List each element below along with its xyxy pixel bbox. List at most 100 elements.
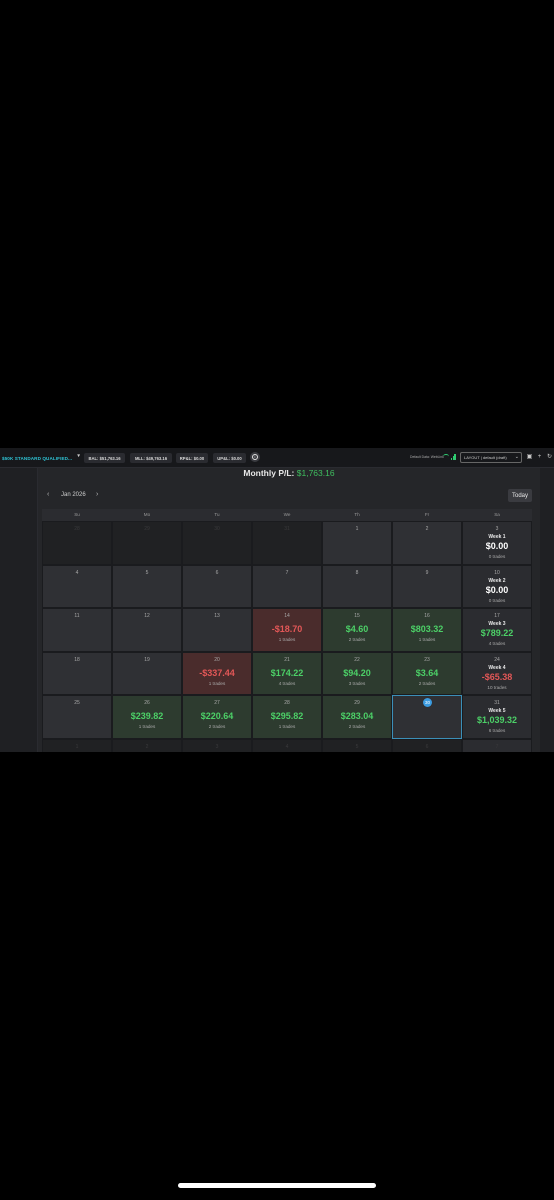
home-indicator (178, 1183, 376, 1188)
day-cell[interactable]: 3 (182, 738, 252, 752)
mll-stat: MLL: $49,763.16 (130, 453, 172, 463)
day-trade-count: 1 trades (418, 637, 436, 643)
day-number: 1 (75, 743, 79, 750)
day-cell[interactable]: 16 $803.32 1 trades (392, 608, 462, 652)
day-cell[interactable]: 14 -$18.70 1 trades (252, 608, 322, 652)
week-trade-count: 10 trades (487, 684, 507, 690)
week-pl: $0.00 (485, 584, 509, 595)
day-cell[interactable]: 7 (252, 564, 322, 609)
day-pl: -$337.44 (199, 667, 235, 678)
monthly-pl-value: $1,763.16 (296, 468, 335, 478)
right-sidebar (540, 468, 554, 752)
day-number: 6 (215, 569, 219, 576)
day-cell[interactable]: 4 (42, 564, 112, 609)
day-number: 30 (214, 526, 220, 532)
weekday-label: Sa (494, 512, 500, 517)
current-month: Jan 2026 (61, 492, 86, 498)
day-cell[interactable]: 11 (42, 608, 112, 652)
calendar-week-row: 25 26 $239.82 1 trades 27 $220.64 2 trades 28 $2… (42, 695, 532, 739)
day-cell[interactable]: 13 (182, 608, 252, 652)
day-cell[interactable]: 2 (112, 738, 182, 752)
day-cell[interactable]: 25 (42, 695, 112, 739)
info-icon[interactable]: i (250, 452, 260, 462)
day-number: 31 (284, 526, 290, 532)
day-number: 24 (494, 656, 500, 663)
today-date-badge: 30 (423, 698, 432, 708)
day-trade-count: 1 trades (138, 724, 156, 730)
day-number: 25 (74, 700, 80, 707)
layout-select[interactable]: LAYOUT | default (draft) ⌄ (460, 452, 522, 463)
day-number: 16 (424, 613, 430, 620)
account-selector[interactable]: $50K STANDARD QUALIFIED... ▾ (2, 451, 80, 465)
week-summary-cell[interactable]: 17 Week 3 $789.22 4 trades (462, 608, 532, 652)
calendar-grid: Su Mo Tu We Th Fr Sa 28 29 30 31 1 2 3 Week 1 $0… (42, 509, 532, 752)
weekday-label: Tu (214, 512, 220, 517)
day-cell[interactable]: 1 (42, 738, 112, 752)
day-cell[interactable]: 30 (182, 521, 252, 565)
day-number: 23 (424, 656, 430, 663)
next-month-button[interactable]: › (96, 491, 98, 498)
day-cell[interactable]: 27 $220.64 2 trades (182, 695, 252, 739)
today-button[interactable]: Today (508, 489, 532, 502)
week-label: Week 4 (488, 664, 506, 671)
day-cell[interactable]: 29 (112, 521, 182, 565)
prev-month-button[interactable]: ‹ (47, 491, 49, 498)
day-cell[interactable]: 5 (112, 564, 182, 609)
day-cell[interactable]: 4 (252, 738, 322, 752)
day-trade-count: 1 trades (278, 724, 296, 730)
day-cell[interactable]: 6 (182, 564, 252, 609)
day-number: 28 (74, 526, 80, 532)
day-cell[interactable]: 2 (392, 521, 462, 565)
day-cell[interactable]: 26 $239.82 1 trades (112, 695, 182, 739)
day-number: 18 (74, 656, 80, 663)
weekday-label: We (283, 512, 291, 517)
save-icon[interactable]: ▣ (526, 453, 533, 461)
day-cell[interactable]: 21 $174.22 4 trades (252, 651, 322, 696)
day-cell[interactable]: 29 $283.04 2 trades (322, 695, 392, 739)
day-cell[interactable]: 28 $295.82 1 trades (252, 695, 322, 739)
day-pl: $220.64 (200, 711, 234, 722)
day-cell[interactable]: 19 (112, 651, 182, 696)
week-summary-cell[interactable]: 24 Week 4 -$65.38 10 trades (462, 651, 532, 696)
day-number: 4 (75, 569, 79, 576)
week-trade-count: 6 trades (488, 728, 506, 734)
weekday-label: Fr (424, 512, 430, 517)
day-cell[interactable]: 15 $4.60 2 trades (322, 608, 392, 652)
week-pl: -$65.38 (481, 671, 513, 682)
week-summary-cell[interactable]: 3 Week 1 $0.00 0 trades (462, 521, 532, 565)
day-cell[interactable]: 6 (392, 738, 462, 752)
day-cell[interactable]: 31 (252, 521, 322, 565)
day-cell-today[interactable]: 30 (392, 695, 462, 739)
day-cell[interactable]: 22 $94.20 3 trades (322, 651, 392, 696)
week-trade-count: 0 trades (488, 554, 506, 559)
day-number: 21 (284, 656, 290, 663)
day-cell[interactable]: 8 (322, 564, 392, 609)
day-cell[interactable]: 23 $3.64 2 trades (392, 651, 462, 696)
day-number: 3 (495, 526, 499, 532)
day-cell[interactable]: 1 (322, 521, 392, 565)
day-pl: $4.60 (345, 624, 369, 635)
day-cell[interactable]: 20 -$337.44 1 trades (182, 651, 252, 696)
day-cell[interactable]: 28 (42, 521, 112, 565)
week-label: Week 5 (488, 708, 506, 715)
chevron-down-icon: ⌄ (514, 454, 519, 460)
day-cell[interactable]: 12 (112, 608, 182, 652)
day-cell[interactable]: 9 (392, 564, 462, 609)
day-pl: $295.82 (270, 711, 304, 722)
day-cell[interactable]: 5 (322, 738, 392, 752)
calendar-panel: Monthly P/L: $1,763.16 ‹ Jan 2026 › Toda… (38, 468, 540, 752)
day-trade-count: 4 trades (278, 680, 296, 686)
add-icon[interactable]: + (536, 453, 543, 461)
day-pl: $803.32 (410, 624, 444, 635)
week-summary-cell[interactable]: 7 (462, 738, 532, 752)
week-summary-cell[interactable]: 10 Week 2 $0.00 0 trades (462, 564, 532, 609)
day-number: 31 (494, 700, 500, 707)
account-name: $50K STANDARD QUALIFIED... (2, 455, 73, 461)
day-number: 6 (425, 743, 429, 750)
week-summary-cell[interactable]: 31 Week 5 $1,039.32 6 trades (462, 695, 532, 739)
week-pl: $789.22 (480, 628, 514, 639)
day-cell[interactable]: 18 (42, 651, 112, 696)
week-label: Week 1 (488, 534, 506, 540)
day-pl: $239.82 (130, 711, 164, 722)
refresh-icon[interactable]: ↻ (546, 453, 553, 461)
